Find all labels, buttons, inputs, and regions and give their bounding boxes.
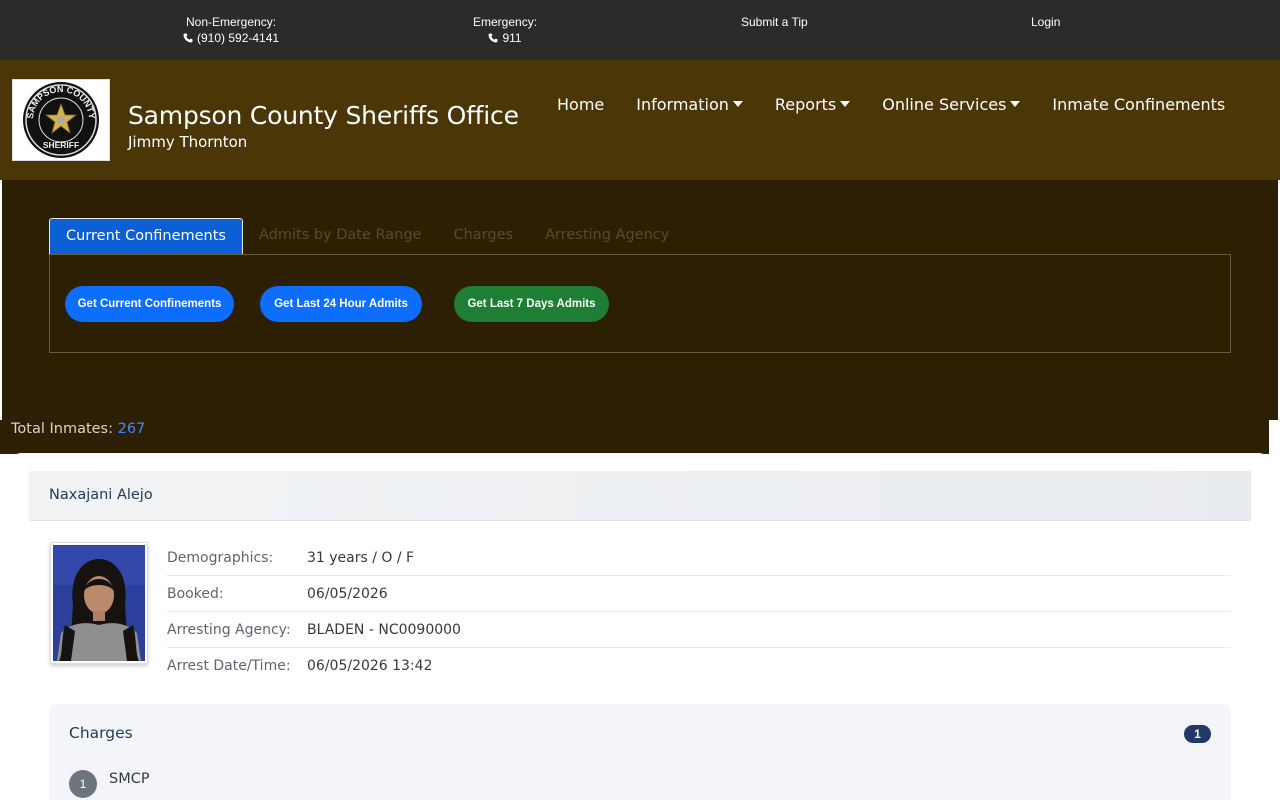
get-last-7-days-admits-button[interactable]: Get Last 7 Days Admits: [454, 286, 609, 322]
non-emergency-phone[interactable]: (910) 592-4141: [183, 31, 279, 45]
nav-home-label: Home: [557, 95, 605, 114]
login-link[interactable]: Login: [1031, 14, 1060, 30]
non-emergency-phone-text: (910) 592-4141: [197, 31, 280, 45]
site-header: SAMPSON COUNTY SHERIFF Sampson County Sh…: [0, 60, 1280, 180]
detail-key: Demographics:: [167, 550, 274, 566]
detail-value: BLADEN - NC0090000: [307, 622, 461, 638]
site-subtitle: Jimmy Thornton: [128, 133, 248, 151]
sheriff-logo[interactable]: SAMPSON COUNTY SHERIFF: [12, 79, 110, 161]
nav-online-services-label: Online Services: [882, 95, 1007, 114]
caret-down-icon: [1010, 101, 1021, 107]
caret-down-icon: [732, 101, 743, 107]
nav-reports[interactable]: Reports: [774, 95, 851, 114]
nav-home[interactable]: Home: [557, 95, 604, 114]
detail-row-arrest-datetime: Arrest Date/Time: 06/05/2026 13:42: [167, 648, 1231, 684]
get-last-24-hour-admits-button[interactable]: Get Last 24 Hour Admits: [260, 286, 422, 322]
nav-reports-label: Reports: [774, 95, 837, 114]
charges-title: Charges: [69, 724, 133, 742]
tab-current-confinements[interactable]: Current Confinements: [49, 218, 243, 255]
nav-inmate-confinements[interactable]: Inmate Confinements: [1052, 95, 1225, 114]
site-title[interactable]: Sampson County Sheriffs Office: [128, 101, 519, 130]
non-emergency-contact: Non-Emergency: (910) 592-4141: [183, 14, 279, 46]
detail-value: 31 years / O / F: [307, 550, 415, 566]
total-inmates-count: 267: [117, 421, 146, 437]
nav-inmate-confinements-label: Inmate Confinements: [1052, 95, 1226, 114]
nav-online-services[interactable]: Online Services: [882, 95, 1021, 114]
tab-admits-by-date-range[interactable]: Admits by Date Range: [243, 218, 438, 255]
phone-icon: [183, 33, 193, 43]
charge-number-badge: 1: [69, 770, 97, 798]
detail-row-booked: Booked: 06/05/2026: [167, 576, 1231, 612]
total-inmates-label: Total Inmates:: [11, 421, 113, 437]
sheriff-badge-icon: SAMPSON COUNTY SHERIFF: [23, 82, 99, 158]
detail-row-demographics: Demographics: 31 years / O / F: [167, 540, 1231, 576]
search-section-bottom: [0, 420, 1269, 454]
inmate-details: Demographics: 31 years / O / F Booked: 0…: [167, 540, 1231, 684]
tab-charges[interactable]: Charges: [437, 218, 529, 255]
detail-value: 06/05/2026 13:42: [307, 658, 433, 674]
nav-information-label: Information: [636, 95, 729, 114]
charge-code: SMCP: [109, 771, 150, 787]
detail-key: Booked:: [167, 586, 224, 602]
emergency-contact: Emergency: 911: [473, 14, 537, 46]
logo-text-bottom: SHERIFF: [43, 140, 79, 150]
mugshot-image: [53, 545, 145, 661]
inmate-name[interactable]: Naxajani Alejo: [49, 487, 153, 503]
total-inmates: Total Inmates: 267: [11, 421, 145, 437]
detail-key: Arresting Agency:: [167, 622, 291, 638]
main-nav: Home Information Reports Online Services…: [557, 95, 1257, 114]
inmate-photo[interactable]: [50, 542, 148, 664]
top-utility-bar: Non-Emergency: (910) 592-4141 Emergency:…: [0, 0, 1280, 60]
detail-key: Arrest Date/Time:: [167, 658, 291, 674]
emergency-label: Emergency:: [473, 15, 538, 29]
submit-tip-text[interactable]: Submit a Tip: [741, 15, 808, 29]
inmate-card-header: [29, 471, 1251, 521]
phone-icon: [488, 33, 498, 43]
get-current-confinements-button[interactable]: Get Current Confinements: [65, 286, 234, 322]
non-emergency-label: Non-Emergency:: [186, 15, 277, 29]
submit-tip-link[interactable]: Submit a Tip: [741, 14, 808, 30]
caret-down-icon: [840, 101, 851, 107]
charges-count-badge: 1: [1184, 725, 1211, 743]
charges-panel: [49, 704, 1231, 800]
nav-information[interactable]: Information: [636, 95, 743, 114]
detail-value: 06/05/2026: [307, 586, 388, 602]
emergency-phone[interactable]: 911: [488, 31, 522, 45]
tab-arresting-agency[interactable]: Arresting Agency: [529, 218, 685, 255]
login-text[interactable]: Login: [1031, 15, 1060, 29]
emergency-phone-text: 911: [502, 31, 522, 45]
confinement-tabs: Current Confinements Admits by Date Rang…: [49, 218, 685, 255]
detail-row-arresting-agency: Arresting Agency: BLADEN - NC0090000: [167, 612, 1231, 648]
